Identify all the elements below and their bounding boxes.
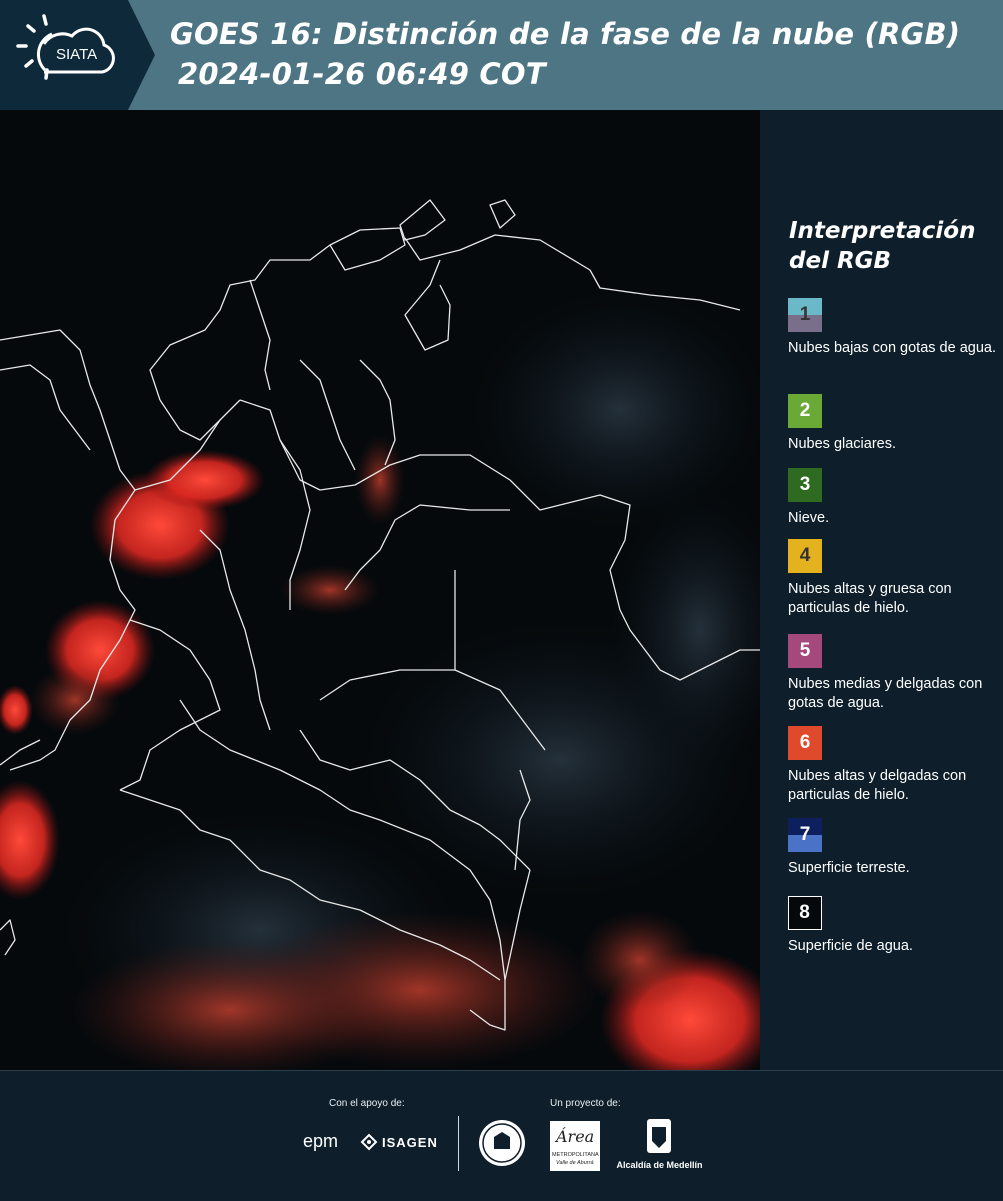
header-bar: SIATA GOES 16: Distinción de la fase de … (0, 0, 1003, 110)
area-logo-sub2: Valle de Aburrá (556, 1160, 594, 1166)
legend-number-5: 5 (799, 640, 811, 661)
epm-logo: epm (303, 1131, 339, 1151)
legend-swatch-1: 1 (788, 298, 822, 332)
legend-label-2: Nubes glaciares. (788, 436, 896, 452)
legend-title: Interpretación del RGB (789, 216, 989, 276)
legend-label-1: Nubes bajas con gotas de agua. (788, 340, 996, 356)
legend-label-4: Nubes altas y gruesa con particulas de h… (788, 581, 952, 616)
legend-swatch-6: 6 (788, 726, 822, 760)
page-timestamp: 2024-01-26 06:49 COT (178, 57, 546, 91)
legend-swatch-4: 4 (788, 539, 822, 573)
seal-logo (478, 1119, 526, 1172)
legend-number-7: 7 (799, 824, 811, 845)
legend-label-3: Nieve. (788, 510, 830, 526)
legend-number-1: 1 (799, 304, 811, 325)
legend-number-3: 3 (799, 474, 811, 495)
legend-label-8: Superficie de agua. (788, 938, 913, 954)
seal-icon (479, 1120, 525, 1166)
area-metropolitana-logo: Área METROPOLITANA Valle de Aburrá (550, 1121, 600, 1171)
project-label: Un proyecto de: (550, 1098, 621, 1109)
legend-item-8: 8 Superficie de agua. (788, 896, 998, 956)
footer-bar: Con el apoyo de: Un proyecto de: epm ISA… (0, 1070, 1003, 1201)
legend-swatch-2: 2 (788, 394, 822, 428)
legend-item-5: 5 Nubes medias y delgadas con gotas de a… (788, 634, 998, 713)
legend-swatch-8: 8 (788, 896, 822, 930)
legend-number-4: 4 (799, 545, 811, 566)
legend-item-3: 3 Nieve. (788, 468, 998, 528)
legend-item-2: 2 Nubes glaciares. (788, 394, 998, 454)
area-logo-title: Área (556, 1127, 595, 1146)
siata-logo: SIATA (0, 0, 155, 110)
legend-number-6: 6 (799, 732, 811, 753)
page-title: GOES 16: Distinción de la fase de la nub… (170, 17, 961, 51)
legend-item-6: 6 Nubes altas y delgadas con particulas … (788, 726, 998, 805)
legend-swatch-5: 5 (788, 634, 822, 668)
legend-item-4: 4 Nubes altas y gruesa con particulas de… (788, 539, 998, 618)
legend-title-line1: Interpretación (789, 218, 976, 244)
legend-panel: Interpretación del RGB 1 Nubes bajas con… (760, 110, 1003, 1070)
legend-number-8: 8 (799, 902, 810, 923)
legend-swatch-7: 7 (788, 818, 822, 852)
isagen-text: ISAGEN (382, 1135, 438, 1150)
area-logo-sub1: METROPOLITANA (552, 1152, 599, 1158)
isagen-icon (360, 1133, 378, 1151)
alcaldia-logo: Alcaldía de Medellín (612, 1117, 707, 1177)
alcaldia-text: Alcaldía de Medellín (616, 1160, 703, 1170)
legend-label-6: Nubes altas y delgadas con particulas de… (788, 768, 967, 803)
satellite-map (0, 110, 760, 1070)
legend-item-1: 1 Nubes bajas con gotas de agua. (788, 298, 998, 358)
siata-logo-text: SIATA (56, 46, 98, 63)
alcaldia-shield-icon (647, 1119, 671, 1153)
legend-swatch-3: 3 (788, 468, 822, 502)
isagen-logo: ISAGEN (358, 1131, 443, 1155)
legend-number-2: 2 (799, 400, 811, 421)
footer-divider (458, 1116, 459, 1171)
legend-label-7: Superficie terreste. (788, 860, 910, 876)
support-label: Con el apoyo de: (329, 1098, 405, 1109)
legend-title-line2: del RGB (789, 248, 892, 274)
legend-item-7: 7 Superficie terreste. (788, 818, 998, 878)
legend-label-5: Nubes medias y delgadas con gotas de agu… (788, 676, 983, 711)
